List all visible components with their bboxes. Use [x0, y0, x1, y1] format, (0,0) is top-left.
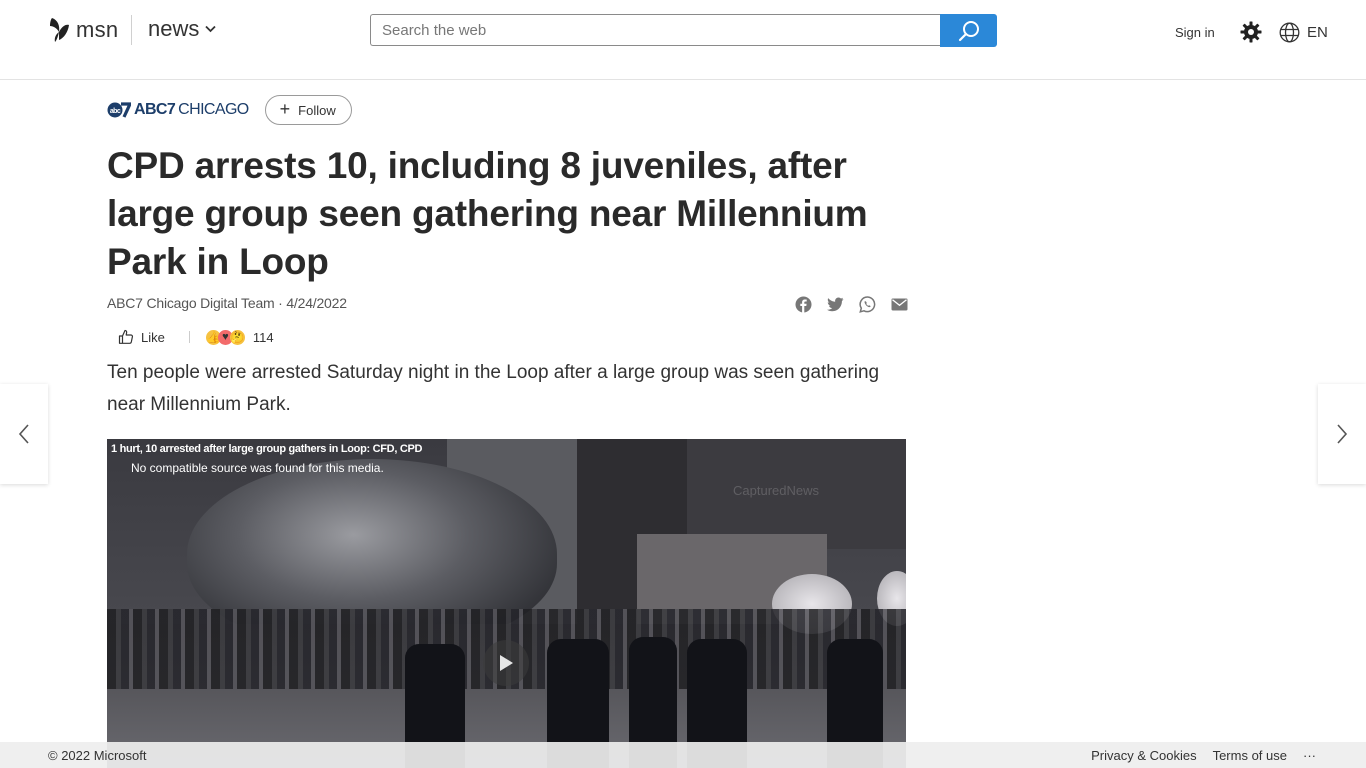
share-bar [794, 295, 908, 313]
more-options-button[interactable]: ··· [1303, 748, 1316, 763]
facebook-icon [795, 296, 811, 312]
search-icon [958, 20, 979, 41]
reaction-divider [188, 331, 190, 343]
twitter-share-button[interactable] [826, 295, 844, 313]
plus-icon: + [279, 99, 291, 119]
abc-circle-icon: abc [107, 102, 131, 118]
footer-links: Privacy & Cookies Terms of use ··· [1091, 748, 1316, 763]
play-button[interactable] [483, 640, 529, 686]
terms-of-use-link[interactable]: Terms of use [1213, 748, 1287, 763]
whatsapp-icon [858, 295, 875, 313]
article-lead: Ten people were arrested Saturday night … [107, 362, 880, 415]
search-button[interactable] [940, 14, 997, 47]
source-name-bold: ABC7 [134, 101, 176, 118]
thumbs-up-icon [118, 329, 134, 344]
copyright-text: © 2022 Microsoft [48, 748, 147, 763]
mail-icon [891, 298, 907, 310]
chevron-down-icon [205, 25, 216, 33]
facebook-share-button[interactable] [794, 295, 812, 313]
article-byline: ABC7 Chicago Digital Team · 4/24/2022 [107, 295, 347, 311]
privacy-cookies-link[interactable]: Privacy & Cookies [1091, 748, 1196, 763]
follow-label: Follow [298, 102, 336, 118]
globe-icon [1279, 22, 1300, 43]
msn-logo[interactable]: msn [48, 16, 118, 44]
reaction-count: 114 [252, 329, 274, 345]
reactions-row: Like 👍 ♥ 🤔 114 [118, 329, 274, 345]
video-caption: 1 hurt, 10 arrested after large group ga… [111, 443, 423, 455]
thinking-reaction-icon: 🤔 [229, 329, 245, 345]
video-error-message: No compatible source was found for this … [131, 461, 384, 475]
chevron-right-icon [1337, 424, 1348, 444]
email-share-button[interactable] [890, 295, 908, 313]
previous-article-button[interactable] [0, 384, 48, 484]
section-menu[interactable]: news [148, 16, 216, 42]
gear-icon [1240, 21, 1262, 43]
video-player[interactable]: 1 hurt, 10 arrested after large group ga… [107, 439, 906, 768]
video-watermark: CapturedNews [733, 483, 819, 498]
twitter-icon [826, 297, 843, 311]
reaction-icons[interactable]: 👍 ♥ 🤔 [205, 329, 245, 345]
header-divider [131, 15, 132, 45]
section-label: news [148, 16, 200, 41]
source-name-light: CHICAGO [178, 101, 249, 118]
sign-in-link[interactable]: Sign in [1175, 25, 1215, 40]
language-selector[interactable]: EN [1279, 22, 1328, 43]
whatsapp-share-button[interactable] [858, 295, 876, 313]
settings-button[interactable] [1240, 21, 1262, 48]
play-icon [500, 655, 513, 671]
brand-name: msn [76, 17, 119, 42]
language-label: EN [1307, 24, 1328, 41]
next-article-button[interactable] [1318, 384, 1366, 484]
source-row: abc ABC7 CHICAGO + Follow [107, 95, 352, 125]
search-input[interactable] [370, 14, 940, 46]
follow-button[interactable]: + Follow [264, 95, 352, 125]
like-button[interactable]: Like [118, 329, 165, 345]
footer: © 2022 Microsoft Privacy & Cookies Terms… [0, 742, 1366, 768]
svg-text:abc: abc [110, 108, 121, 115]
top-bar: msn news Sign in [0, 0, 1366, 80]
butterfly-icon [50, 18, 69, 42]
abc7-chicago-logo[interactable]: abc ABC7 CHICAGO [107, 101, 249, 119]
chevron-left-icon [18, 424, 29, 444]
like-label: Like [141, 329, 165, 345]
article-title: CPD arrests 10, including 8 juveniles, a… [107, 145, 868, 282]
